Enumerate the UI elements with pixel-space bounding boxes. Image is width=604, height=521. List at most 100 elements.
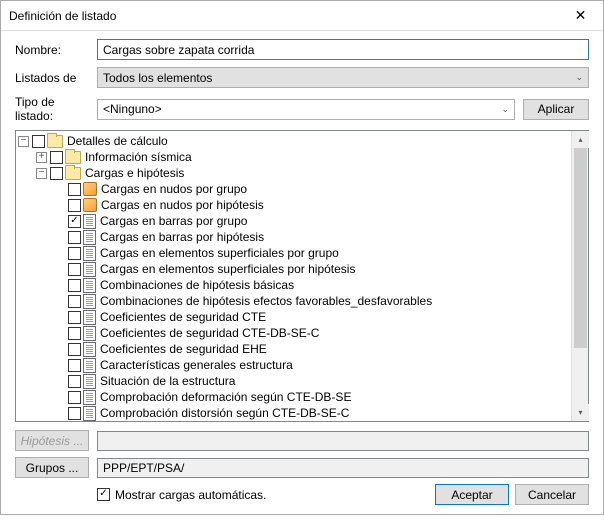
checkbox[interactable] bbox=[68, 215, 81, 228]
folder-icon bbox=[65, 167, 81, 180]
document-icon bbox=[83, 310, 96, 325]
tree-leaf[interactable]: Coeficientes de seguridad CTE bbox=[18, 309, 588, 325]
listing-type-label: Tipo de listado: bbox=[15, 95, 97, 123]
cancel-button[interactable]: Cancelar bbox=[515, 484, 589, 505]
tree-leaf[interactable]: Situación de la estructura bbox=[18, 373, 588, 389]
groups-button[interactable]: Grupos ... bbox=[15, 457, 89, 478]
hypothesis-field bbox=[97, 431, 589, 451]
node-label: Cargas en nudos por grupo bbox=[100, 182, 247, 196]
tree-leaf[interactable]: Cargas en nudos por grupo bbox=[18, 181, 588, 197]
chevron-down-icon: ⌄ bbox=[501, 104, 509, 115]
title-bar: Definición de listado ✕ bbox=[1, 1, 603, 31]
tree-leaf[interactable]: Comprobación deformación según CTE-DB-SE bbox=[18, 389, 588, 405]
collapse-icon[interactable]: − bbox=[18, 136, 29, 147]
checkbox[interactable] bbox=[68, 183, 81, 196]
close-button[interactable]: ✕ bbox=[558, 1, 603, 30]
scroll-up-icon[interactable]: ▴ bbox=[572, 131, 589, 148]
document-icon bbox=[83, 278, 96, 293]
name-input[interactable] bbox=[97, 39, 589, 60]
checkbox[interactable] bbox=[68, 375, 81, 388]
checkbox[interactable] bbox=[68, 311, 81, 324]
checkbox[interactable] bbox=[68, 279, 81, 292]
listings-of-label: Listados de bbox=[15, 71, 97, 85]
name-label: Nombre: bbox=[15, 43, 97, 57]
chevron-down-icon: ⌄ bbox=[575, 72, 583, 83]
node-label: Combinaciones de hipótesis efectos favor… bbox=[99, 294, 432, 308]
checkbox[interactable] bbox=[32, 135, 45, 148]
checkbox[interactable] bbox=[68, 199, 81, 212]
document-icon bbox=[83, 230, 96, 245]
document-icon bbox=[83, 390, 96, 405]
folder-icon bbox=[47, 135, 63, 148]
document-icon bbox=[83, 246, 96, 261]
tree-leaf[interactable]: Cargas en barras por hipótesis bbox=[18, 229, 588, 245]
apply-button[interactable]: Aplicar bbox=[523, 99, 589, 120]
document-icon bbox=[83, 406, 96, 421]
tree-leaf[interactable]: Características generales estructura bbox=[18, 357, 588, 373]
node-label: Características generales estructura bbox=[99, 358, 293, 372]
close-icon: ✕ bbox=[575, 7, 587, 24]
checkbox[interactable] bbox=[68, 407, 81, 420]
show-auto-loads-checkbox[interactable] bbox=[97, 488, 110, 501]
tree-leaf[interactable]: Cargas en barras por grupo bbox=[18, 213, 588, 229]
node-label: Comprobación deformación según CTE-DB-SE bbox=[99, 390, 351, 404]
node-label: Situación de la estructura bbox=[99, 374, 235, 388]
accept-button[interactable]: Aceptar bbox=[435, 484, 509, 505]
listings-of-select[interactable]: Todos los elementos ⌄ bbox=[97, 67, 589, 88]
node-label: Cargas en barras por grupo bbox=[99, 214, 247, 228]
item-icon bbox=[83, 182, 97, 196]
listing-type-select[interactable]: <Ninguno> ⌄ bbox=[97, 99, 515, 120]
tree-node-root[interactable]: − Detalles de cálculo bbox=[18, 133, 588, 149]
checkbox[interactable] bbox=[68, 247, 81, 260]
document-icon bbox=[83, 358, 96, 373]
node-label: Comprobación distorsión según CTE-DB-SE-… bbox=[99, 406, 349, 420]
node-label: Cargas en elementos superficiales por hi… bbox=[99, 262, 355, 276]
document-icon bbox=[83, 214, 96, 229]
checkbox[interactable] bbox=[68, 295, 81, 308]
checkbox[interactable] bbox=[68, 391, 81, 404]
checkbox[interactable] bbox=[68, 231, 81, 244]
node-label: Coeficientes de seguridad CTE bbox=[99, 310, 266, 324]
checkbox[interactable] bbox=[68, 263, 81, 276]
tree-leaf[interactable]: Cargas en elementos superficiales por gr… bbox=[18, 245, 588, 261]
node-label: Cargas en elementos superficiales por gr… bbox=[99, 246, 339, 260]
item-icon bbox=[83, 198, 97, 212]
checkbox[interactable] bbox=[68, 359, 81, 372]
expand-icon[interactable]: + bbox=[36, 152, 47, 163]
show-auto-loads-label: Mostrar cargas automáticas. bbox=[115, 488, 266, 502]
scroll-thumb[interactable] bbox=[574, 148, 587, 348]
tree-leaf[interactable]: Coeficientes de seguridad EHE bbox=[18, 341, 588, 357]
tree-leaf[interactable]: Cargas en nudos por hipótesis bbox=[18, 197, 588, 213]
listing-type-value: <Ninguno> bbox=[103, 102, 162, 116]
collapse-icon[interactable]: − bbox=[36, 168, 47, 179]
folder-icon bbox=[65, 151, 81, 164]
node-label: Cargas en nudos por hipótesis bbox=[100, 198, 264, 212]
tree-leaf[interactable]: Coeficientes de seguridad CTE-DB-SE-C bbox=[18, 325, 588, 341]
scrollbar-vertical[interactable]: ▴ ▾ bbox=[571, 131, 588, 421]
node-label: Coeficientes de seguridad EHE bbox=[99, 342, 267, 356]
tree-leaf[interactable]: Cargas en elementos superficiales por hi… bbox=[18, 261, 588, 277]
window-title: Definición de listado bbox=[9, 9, 116, 23]
document-icon bbox=[83, 342, 96, 357]
tree-leaf[interactable]: Combinaciones de hipótesis efectos favor… bbox=[18, 293, 588, 309]
checkbox[interactable] bbox=[68, 327, 81, 340]
node-label: Cargas e hipótesis bbox=[84, 166, 184, 180]
scroll-down-icon[interactable]: ▾ bbox=[572, 404, 589, 421]
node-label: Cargas en barras por hipótesis bbox=[99, 230, 264, 244]
checkbox[interactable] bbox=[68, 343, 81, 356]
hypothesis-button[interactable]: Hipótesis ... bbox=[15, 430, 89, 451]
tree-leaf[interactable]: Comprobación distorsión según CTE-DB-SE-… bbox=[18, 405, 588, 421]
tree-leaf[interactable]: Combinaciones de hipótesis básicas bbox=[18, 277, 588, 293]
checkbox[interactable] bbox=[50, 167, 63, 180]
tree-node-seismic[interactable]: + Información sísmica bbox=[18, 149, 588, 165]
document-icon bbox=[83, 262, 96, 277]
checkbox[interactable] bbox=[50, 151, 63, 164]
document-icon bbox=[83, 294, 96, 309]
node-label: Información sísmica bbox=[84, 150, 192, 164]
listings-of-value: Todos los elementos bbox=[103, 71, 212, 85]
document-icon bbox=[83, 374, 96, 389]
tree[interactable]: − Detalles de cálculo + Información sísm… bbox=[16, 131, 588, 421]
dialog-content: Nombre: Listados de Todos los elementos … bbox=[1, 31, 603, 521]
tree-node-loads[interactable]: − Cargas e hipótesis bbox=[18, 165, 588, 181]
document-icon bbox=[83, 326, 96, 341]
